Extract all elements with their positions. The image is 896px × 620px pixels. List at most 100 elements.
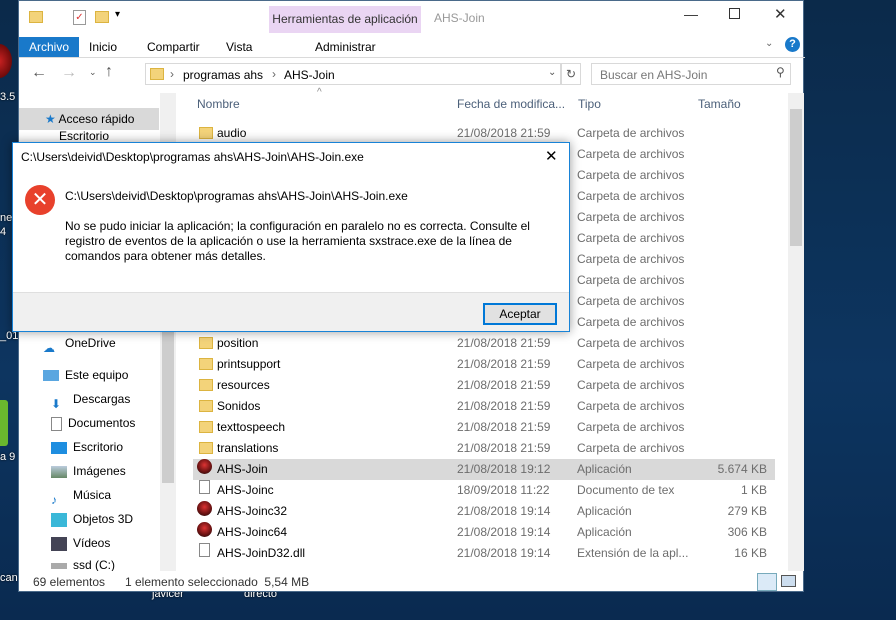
- file-row[interactable]: texttospeech 21/08/2018 21:59 Carpeta de a…: [193, 417, 775, 438]
- back-button[interactable]: ←: [31, 64, 47, 82]
- sidebar-item-este-equipo[interactable]: Este equipo: [19, 364, 159, 386]
- recent-dropdown[interactable]: ⌄: [89, 67, 97, 78]
- file-row[interactable]: position 21/08/2018 21:59 Carpeta de archi…: [193, 333, 775, 354]
- file-type: Documento de tex: [577, 483, 675, 497]
- file-name: printsupport: [217, 357, 281, 371]
- file-name: resources: [217, 378, 270, 392]
- file-type: Aplicación: [577, 462, 632, 476]
- tab-inicio[interactable]: Inicio: [79, 37, 127, 57]
- sidebar-item-onedrive[interactable]: ☁ OneDrive: [19, 332, 159, 355]
- scrollbar-thumb[interactable]: [790, 109, 802, 246]
- column-header-tamano[interactable]: Tamaño: [698, 97, 741, 111]
- file-type: Carpeta de archivos: [577, 357, 685, 371]
- error-icon: ✕: [25, 185, 55, 215]
- download-icon: ⬇: [51, 396, 62, 411]
- file-size: 279 KB: [727, 504, 767, 518]
- file-type: Carpeta de archivos: [577, 252, 685, 266]
- file-type: Carpeta de archivos: [577, 336, 685, 350]
- file-name: texttospeech: [217, 420, 286, 434]
- desktop-icon-green[interactable]: [0, 400, 8, 446]
- file-row[interactable]: AHS-Joinc 18/09/2018 11:22 Documento de te…: [193, 480, 775, 501]
- file-type: Carpeta de archivos: [577, 210, 685, 224]
- sidebar-item-escritorio[interactable]: Escritorio: [19, 436, 159, 458]
- tab-administrar[interactable]: Administrar: [305, 37, 386, 57]
- file-name: AHS-Joinc64: [217, 525, 288, 539]
- file-icon: [199, 480, 210, 494]
- folder-icon[interactable]: [29, 11, 43, 23]
- help-icon[interactable]: ?: [785, 37, 800, 52]
- address-bar[interactable]: › programas ahs › AHS-Join ⌄: [145, 63, 561, 85]
- sidebar-item-acceso-rapido[interactable]: ★ Acceso rápido: [19, 108, 159, 130]
- file-type: Carpeta de archivos: [577, 294, 685, 308]
- customize-dropdown-icon[interactable]: ▾: [115, 9, 120, 20]
- file-icon: [199, 543, 210, 557]
- sidebar-item-imagenes[interactable]: Imágenes: [19, 460, 159, 482]
- file-row[interactable]: translations 21/08/2018 21:59 Carpeta de a…: [193, 438, 775, 459]
- breadcrumb-item[interactable]: programas ahs: [183, 68, 263, 82]
- file-row[interactable]: AHS-JoinD32.dll 21/08/2018 19:14 Extensión…: [193, 543, 775, 564]
- desktop-icon: [51, 441, 67, 454]
- film-icon: [51, 536, 67, 551]
- file-row[interactable]: AHS-Joinc64 21/08/2018 19:14 Aplicación 306…: [193, 522, 775, 543]
- maximize-button[interactable]: [729, 8, 740, 19]
- desktop-icon-app[interactable]: [0, 44, 12, 78]
- file-row[interactable]: Sonidos 21/08/2018 21:59 Carpeta de archiv…: [193, 396, 775, 417]
- sidebar-item-objetos-3d[interactable]: Objetos 3D: [19, 508, 159, 530]
- large-icons-view-button[interactable]: [781, 575, 796, 587]
- file-row[interactable]: printsupport 21/08/2018 21:59 Carpeta de a…: [193, 354, 775, 375]
- address-dropdown[interactable]: ⌄: [548, 67, 556, 78]
- file-list-scrollbar[interactable]: [788, 93, 804, 571]
- sidebar-item-videos[interactable]: Vídeos: [19, 532, 159, 554]
- sidebar-item-descargas[interactable]: ⬇ Descargas: [19, 388, 159, 411]
- new-folder-icon[interactable]: [95, 11, 109, 23]
- search-input[interactable]: Buscar en AHS-Join: [591, 63, 791, 85]
- sidebar-item-ssd[interactable]: ssd (C:): [19, 554, 159, 571]
- properties-icon[interactable]: ✓: [73, 10, 86, 25]
- document-icon: [51, 416, 62, 431]
- file-size: 16 KB: [734, 546, 767, 560]
- details-view-button[interactable]: [757, 573, 777, 591]
- minimize-button[interactable]: —: [684, 6, 698, 22]
- close-button[interactable]: ✕: [774, 5, 787, 23]
- file-date: 21/08/2018 19:14: [457, 546, 551, 560]
- breadcrumb-item[interactable]: AHS-Join: [284, 68, 335, 82]
- desktop-label: 3.5: [0, 91, 16, 103]
- file-row[interactable]: AHS-Joinc32 21/08/2018 19:14 Aplicación 279…: [193, 501, 775, 522]
- app-icon: [197, 522, 212, 537]
- file-type: Carpeta de archivos: [577, 315, 685, 329]
- dialog-close-button[interactable]: ✕: [545, 147, 558, 165]
- ok-button[interactable]: Aceptar: [483, 303, 557, 325]
- dialog-title: C:\Users\deivid\Desktop\programas ahs\AH…: [21, 150, 364, 164]
- expand-ribbon-icon[interactable]: ⌄: [765, 38, 773, 49]
- forward-button[interactable]: →: [61, 64, 77, 82]
- desktop-label: ne: [0, 212, 13, 224]
- column-header-fecha[interactable]: Fecha de modifica...: [457, 97, 565, 111]
- column-header-tipo[interactable]: Tipo: [578, 97, 601, 111]
- sidebar-item-musica[interactable]: ♪ Música: [19, 484, 159, 507]
- file-type: Carpeta de archivos: [577, 126, 685, 140]
- sidebar-item-label: Escritorio: [59, 129, 110, 143]
- file-type: Carpeta de archivos: [577, 378, 685, 392]
- file-type: Carpeta de archivos: [577, 273, 685, 287]
- status-selection: 1 elemento seleccionado 5,54 MB: [125, 575, 310, 589]
- file-name: Sonidos: [217, 399, 261, 413]
- desktop-label: can: [0, 572, 18, 584]
- file-row[interactable]: resources 21/08/2018 21:59 Carpeta de arch…: [193, 375, 775, 396]
- file-date: 21/08/2018 21:59: [457, 441, 551, 455]
- window-title: AHS-Join: [434, 11, 485, 25]
- column-header-nombre[interactable]: Nombre: [197, 97, 240, 111]
- folder-icon: [150, 68, 164, 80]
- tab-archivo[interactable]: Archivo: [19, 37, 80, 57]
- file-type: Aplicación: [577, 504, 632, 518]
- file-row[interactable]: audio 21/08/2018 21:59 Carpeta de archivos: [193, 123, 775, 144]
- file-date: 18/09/2018 11:22: [457, 483, 550, 497]
- folder-icon: [199, 337, 213, 349]
- up-button[interactable]: ↑: [105, 63, 113, 81]
- file-date: 21/08/2018 21:59: [457, 357, 551, 371]
- tab-vista[interactable]: Vista: [216, 37, 262, 57]
- file-type: Carpeta de archivos: [577, 420, 685, 434]
- tab-compartir[interactable]: Compartir: [137, 37, 210, 57]
- sidebar-item-documentos[interactable]: Documentos: [19, 412, 159, 434]
- file-row[interactable]: AHS-Join 21/08/2018 19:12 Aplicación 5.674 …: [193, 459, 775, 480]
- refresh-button[interactable]: ↻: [561, 63, 581, 85]
